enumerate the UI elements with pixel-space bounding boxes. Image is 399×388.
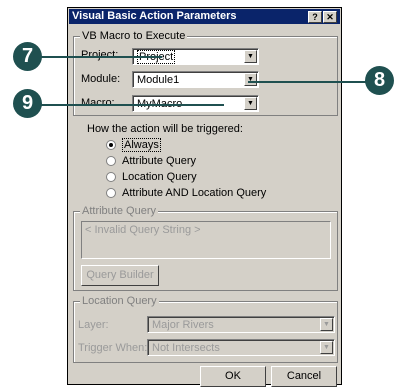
close-button[interactable]: ✕ <box>323 11 337 23</box>
trigger-when-dropdown[interactable]: Not Intersects ▼ <box>147 339 335 356</box>
module-label: Module: <box>81 73 121 85</box>
chevron-down-icon[interactable]: ▼ <box>320 341 333 354</box>
callout-9-leader <box>40 104 224 106</box>
layer-dropdown[interactable]: Major Rivers ▼ <box>147 316 335 333</box>
callout-9: 9 <box>13 89 42 118</box>
layer-value: Major Rivers <box>152 319 214 331</box>
callout-8-leader <box>248 81 373 83</box>
attribute-query-group-label: Attribute Query <box>80 205 158 217</box>
trigger-heading: How the action will be triggered: <box>87 123 243 135</box>
radio-location-query-label: Location Query <box>122 171 197 183</box>
layer-label: Layer: <box>78 319 109 331</box>
chevron-down-icon[interactable]: ▼ <box>244 50 257 63</box>
chevron-down-icon[interactable]: ▼ <box>244 73 257 86</box>
radio-icon[interactable] <box>106 188 116 198</box>
radio-attribute-query-label: Attribute Query <box>122 155 196 167</box>
location-query-group-label: Location Query <box>80 295 159 307</box>
help-button[interactable]: ? <box>308 11 322 23</box>
ok-button[interactable]: OK <box>200 366 266 387</box>
radio-always-label: Always <box>122 138 161 152</box>
vb-macro-group-label: VB Macro to Execute <box>80 30 188 42</box>
trigger-when-value: Not Intersects <box>152 342 220 354</box>
attribute-query-text: < Invalid Query String > <box>81 221 331 259</box>
chevron-down-icon[interactable]: ▼ <box>244 97 257 110</box>
radio-attribute-and-location[interactable]: Attribute AND Location Query <box>106 187 276 200</box>
radio-always[interactable]: Always <box>106 138 276 152</box>
radio-attribute-and-location-label: Attribute AND Location Query <box>122 187 267 199</box>
radio-location-query[interactable]: Location Query <box>106 171 276 184</box>
callout-8: 8 <box>365 66 394 95</box>
dialog-title: Visual Basic Action Parameters <box>72 10 237 22</box>
project-label: Project: <box>81 49 119 61</box>
title-bar: Visual Basic Action Parameters ? ✕ <box>69 9 340 24</box>
callout-7-leader <box>40 56 162 58</box>
cancel-button[interactable]: Cancel <box>271 366 337 387</box>
macro-label: Macro: <box>81 97 115 109</box>
module-value: Module1 <box>137 74 180 86</box>
query-builder-button[interactable]: Query Builder <box>81 265 159 286</box>
vb-action-parameters-dialog: Visual Basic Action Parameters ? ✕ VB Ma… <box>67 7 342 387</box>
radio-attribute-query[interactable]: Attribute Query <box>106 155 276 168</box>
radio-icon[interactable] <box>106 172 116 182</box>
trigger-when-label: Trigger When: <box>78 342 148 354</box>
callout-7: 7 <box>13 42 42 71</box>
chevron-down-icon[interactable]: ▼ <box>320 318 333 331</box>
module-dropdown[interactable]: Module1 ▼ <box>132 71 259 88</box>
radio-selected-icon[interactable] <box>106 140 116 150</box>
radio-icon[interactable] <box>106 156 116 166</box>
